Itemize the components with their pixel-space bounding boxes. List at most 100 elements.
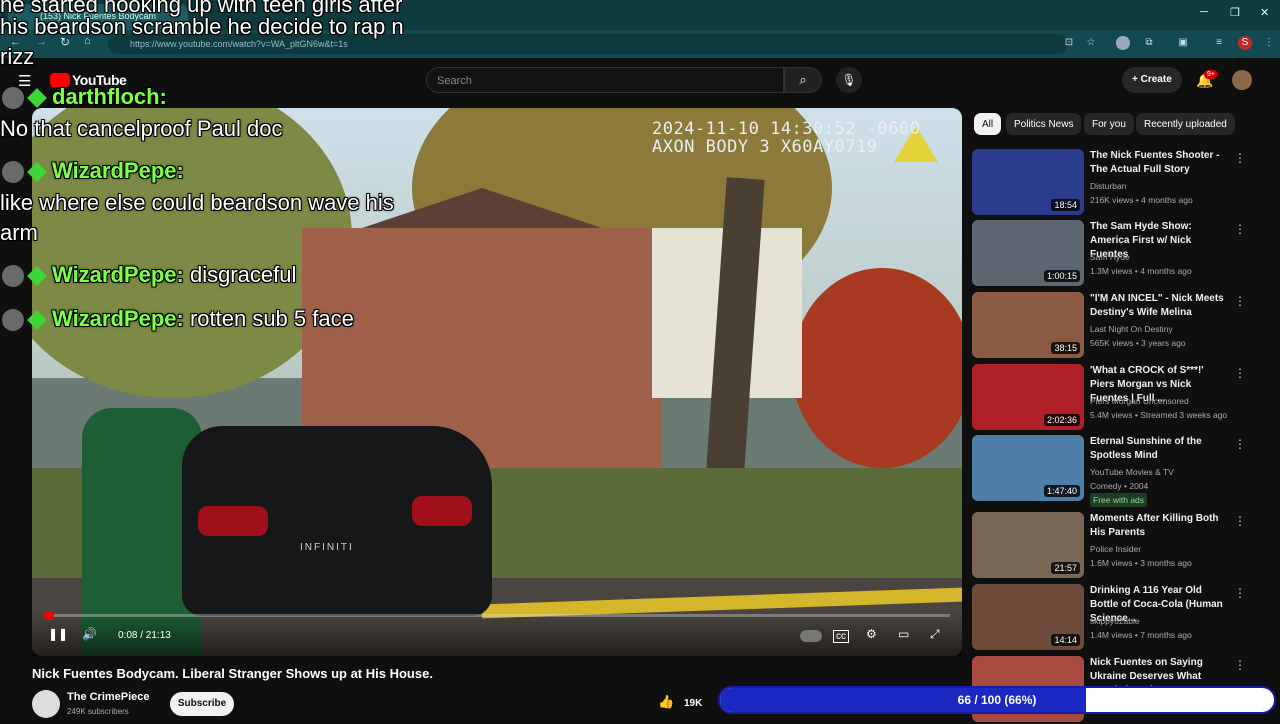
chat-avatar (2, 309, 24, 332)
more-options-icon[interactable]: ⋮ (1234, 586, 1246, 600)
mic-icon[interactable]: 🎙 (836, 67, 862, 93)
video-duration: 18:54 (1051, 199, 1080, 211)
recommendation-title[interactable]: Moments After Killing Both His Parents (1090, 512, 1226, 540)
like-count: 19K (684, 698, 703, 709)
recommendation-channel[interactable]: Piers Morgan Uncensored (1090, 394, 1189, 408)
bodycam-timestamp: 2024-11-10 14:30:52 -0600 AXON BODY 3 X6… (652, 120, 920, 156)
subscribe-button[interactable]: Subscribe (170, 692, 234, 716)
more-options-icon[interactable]: ⋮ (1234, 222, 1246, 236)
install-icon[interactable]: ⊡ (1062, 36, 1076, 50)
overlay-caption-2: his beardson scramble he decide to rap n (0, 14, 404, 39)
chip-all[interactable]: All (974, 113, 1002, 135)
channel-name[interactable]: The CrimePiece (67, 691, 150, 703)
recommendation-channel[interactable]: Sam Hyde (1090, 250, 1130, 264)
car-taillight-left (198, 506, 268, 536)
chat-message: WizardPepe: disgraceful (0, 262, 296, 288)
notification-badge: 9+ (1204, 70, 1218, 79)
chip-politics-news[interactable]: Politics News (1006, 113, 1082, 135)
chip-for-you[interactable]: For you (1084, 113, 1134, 135)
chat-username: WizardPepe: (52, 262, 184, 287)
playlist-icon[interactable]: ≡ (1212, 36, 1226, 50)
task-progress-bar: 66 / 100 (66%) (718, 686, 1276, 714)
more-options-icon[interactable]: ⋮ (1234, 294, 1246, 308)
car-taillight-right (412, 496, 472, 526)
recommendation-channel[interactable]: YouTube Movies & TV (1090, 465, 1174, 479)
puzzle-icon[interactable]: ⧉ (1142, 36, 1156, 50)
recommendation-channel[interactable]: Police Insider (1090, 542, 1141, 556)
chat-badge-icon (27, 310, 47, 331)
player-controls (32, 612, 962, 656)
create-button[interactable]: + Create (1122, 67, 1182, 93)
free-with-ads-badge: Free with ads (1090, 493, 1148, 507)
chat-avatar (2, 161, 24, 184)
avatar[interactable] (1232, 70, 1252, 90)
pause-icon[interactable]: ❚❚ (48, 627, 68, 641)
recommendation-meta: 1.6M views • 3 months ago (1090, 558, 1192, 568)
volume-icon[interactable]: 🔊 (82, 627, 97, 641)
bookmark-star-icon[interactable]: ☆ (1084, 36, 1098, 50)
recommendation-item[interactable]: 1:47:40 Eternal Sunshine of the Spotless … (972, 435, 1272, 507)
recommendation-meta: 5.4M views • Streamed 3 weeks ago (1090, 410, 1228, 420)
video-duration: 2:02:36 (1043, 414, 1080, 426)
autoplay-toggle[interactable] (800, 630, 822, 642)
channel-avatar[interactable] (32, 690, 60, 718)
recommendation-item[interactable]: 38:15 "I'M AN INCEL" - Nick Meets Destiny… (972, 292, 1272, 360)
chat-username: darthfloch: (52, 84, 167, 109)
recommendation-title[interactable]: "I'M AN INCEL" - Nick Meets Destiny's Wi… (1090, 292, 1226, 320)
settings-gear-icon[interactable]: ⚙ (866, 627, 877, 641)
more-options-icon[interactable]: ⋮ (1234, 437, 1246, 451)
video-thumbnail[interactable]: 2:02:36 (972, 364, 1084, 430)
close-icon[interactable]: ✕ (1260, 6, 1269, 19)
chat-message-text: disgraceful (189, 262, 297, 287)
video-thumbnail[interactable]: 14:14 (972, 584, 1084, 650)
recommendation-item[interactable]: 14:14 Drinking A 116 Year Old Bottle of C… (972, 584, 1272, 652)
more-options-icon[interactable]: ⋮ (1234, 151, 1246, 165)
chat-avatar (2, 87, 24, 110)
more-options-icon[interactable]: ⋮ (1234, 514, 1246, 528)
sidebar-icon[interactable]: ▣ (1176, 36, 1190, 50)
chat-message: WizardPepe: (0, 158, 184, 184)
url-text: https://www.youtube.com/watch?v=WA_pltGN… (130, 39, 348, 49)
more-options-icon[interactable]: ⋮ (1234, 366, 1246, 380)
extension-icon[interactable] (1116, 36, 1130, 50)
video-thumbnail[interactable]: 1:47:40 (972, 435, 1084, 501)
recommendation-title[interactable]: Eternal Sunshine of the Spotless Mind (1090, 435, 1226, 463)
recommendation-item[interactable]: 18:54 The Nick Fuentes Shooter - The Actu… (972, 149, 1272, 217)
like-icon[interactable]: 👍 (658, 694, 674, 710)
recommendation-title[interactable]: The Nick Fuentes Shooter - The Actual Fu… (1090, 149, 1226, 177)
chat-badge-icon (27, 88, 47, 109)
video-duration: 1:47:40 (1043, 485, 1080, 497)
timestamp-line1: 2024-11-10 14:30:52 -0600 (652, 119, 921, 139)
video-thumbnail[interactable]: 18:54 (972, 149, 1084, 215)
overlay-caption-3: rizz (0, 44, 35, 69)
captions-icon[interactable]: cc (833, 630, 849, 643)
recommendation-item[interactable]: 2:02:36 'What a CROCK of S***!' Piers Mor… (972, 364, 1272, 432)
profile-icon[interactable]: S (1238, 36, 1252, 50)
chat-message-text: like where else could beardson wave his (0, 190, 394, 215)
search-input[interactable]: Search (426, 67, 784, 93)
recommendation-item[interactable]: 21:57 Moments After Killing Both His Pare… (972, 512, 1272, 580)
chat-badge-icon (27, 162, 47, 183)
chat-badge-icon (27, 266, 47, 287)
fullscreen-icon[interactable]: ⤢ (930, 627, 940, 642)
timestamp-line2: AXON BODY 3 X60AY0719 (652, 137, 878, 157)
recommendation-channel[interactable]: Last Night On Destiny (1090, 322, 1173, 336)
recommendation-channel[interactable]: Disturban (1090, 179, 1126, 193)
more-options-icon[interactable]: ⋮ (1234, 658, 1246, 672)
recommendation-item[interactable]: 1:00:15 The Sam Hyde Show: America First … (972, 220, 1272, 288)
minimize-icon[interactable]: ─ (1200, 6, 1208, 18)
maximize-icon[interactable]: ❐ (1230, 6, 1240, 19)
recommendation-channel[interactable]: skippy62able (1090, 614, 1140, 628)
search-icon[interactable]: ⌕ (784, 67, 822, 93)
video-thumbnail[interactable]: 1:00:15 (972, 220, 1084, 286)
chip-recently-uploaded[interactable]: Recently uploaded (1136, 113, 1235, 135)
menu-dots-icon[interactable]: ⋮ (1262, 36, 1276, 50)
theater-icon[interactable]: ▭ (898, 627, 909, 641)
recommendation-meta: 216K views • 4 months ago (1090, 195, 1193, 205)
seek-bar[interactable] (44, 614, 950, 617)
video-thumbnail[interactable]: 21:57 (972, 512, 1084, 578)
recommendation-meta: 1.3M views • 4 months ago (1090, 266, 1192, 276)
subscriber-count: 249K subscribers (67, 707, 129, 716)
video-thumbnail[interactable]: 38:15 (972, 292, 1084, 358)
scene-tree-red (792, 268, 962, 468)
